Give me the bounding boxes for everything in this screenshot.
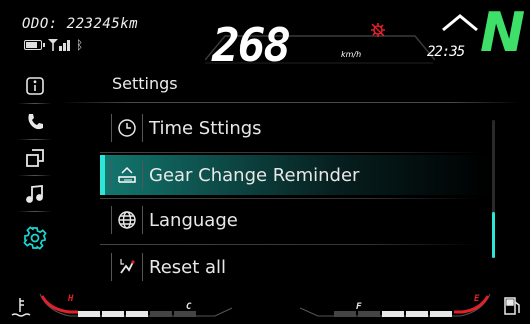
sidebar-item-info[interactable] <box>14 68 56 104</box>
gear-indicator: N <box>480 1 526 64</box>
selection-accent <box>100 155 105 195</box>
battery-icon <box>24 40 45 50</box>
engine-warning-icon <box>371 23 385 37</box>
temp-cold-label: C <box>186 302 192 312</box>
menu-item-time-settings[interactable]: Time Sttings <box>100 108 490 148</box>
coolant-temp-icon <box>11 298 31 317</box>
gear-up-indicator-icon <box>442 14 478 32</box>
bottom-gauges <box>11 293 520 317</box>
globe-icon <box>118 211 136 229</box>
reset-icon <box>120 259 135 274</box>
copy-icon <box>26 149 44 167</box>
gear-settings-icon <box>23 226 47 250</box>
signal-icon <box>48 39 70 51</box>
fuel-empty-label: E <box>474 294 480 304</box>
menu-item-label: Reset all <box>149 256 227 278</box>
menu-item-reset-all[interactable]: Reset all <box>100 247 490 287</box>
bluetooth-icon: ᛒ <box>76 38 84 52</box>
sidebar-item-copy[interactable] <box>14 140 56 176</box>
sidebar-item-phone[interactable] <box>14 104 56 140</box>
menu-divider <box>100 152 480 153</box>
menu-item-label: Gear Change Reminder <box>149 164 360 186</box>
speed-readout: 268 <box>212 18 291 72</box>
menu-divider <box>100 244 480 245</box>
temp-hot-label: H <box>68 294 74 304</box>
menu-item-language[interactable]: Language <box>100 200 490 240</box>
menu-item-label: Time Sttings <box>149 117 262 139</box>
dashboard-screen: ODO: 223245km ᛒ 268 km/h 22:35 N Setting… <box>0 0 530 324</box>
info-icon <box>26 77 44 95</box>
speed-unit: km/h <box>341 50 362 59</box>
fuel-gauge <box>299 293 491 317</box>
menu-item-label: Language <box>149 209 238 231</box>
gear-shift-icon <box>118 166 136 183</box>
fuel-full-label: F <box>356 302 362 312</box>
menu-item-gear-change-reminder[interactable]: Gear Change Reminder <box>100 155 490 195</box>
title-divider <box>60 102 520 103</box>
sidebar <box>14 68 56 286</box>
clock-readout: 22:35 <box>427 44 465 60</box>
scrollbar-thumb[interactable] <box>492 212 495 258</box>
status-icons: ᛒ <box>24 38 83 52</box>
menu-divider <box>100 198 480 199</box>
page-title: Settings <box>112 74 178 93</box>
sidebar-item-music[interactable] <box>14 176 56 212</box>
music-note-icon <box>26 185 43 203</box>
phone-icon <box>28 114 43 130</box>
odometer-readout: ODO: 223245km <box>22 16 139 32</box>
fuel-pump-icon <box>504 297 520 315</box>
clock-icon <box>118 119 136 137</box>
sidebar-item-settings[interactable] <box>14 218 56 258</box>
